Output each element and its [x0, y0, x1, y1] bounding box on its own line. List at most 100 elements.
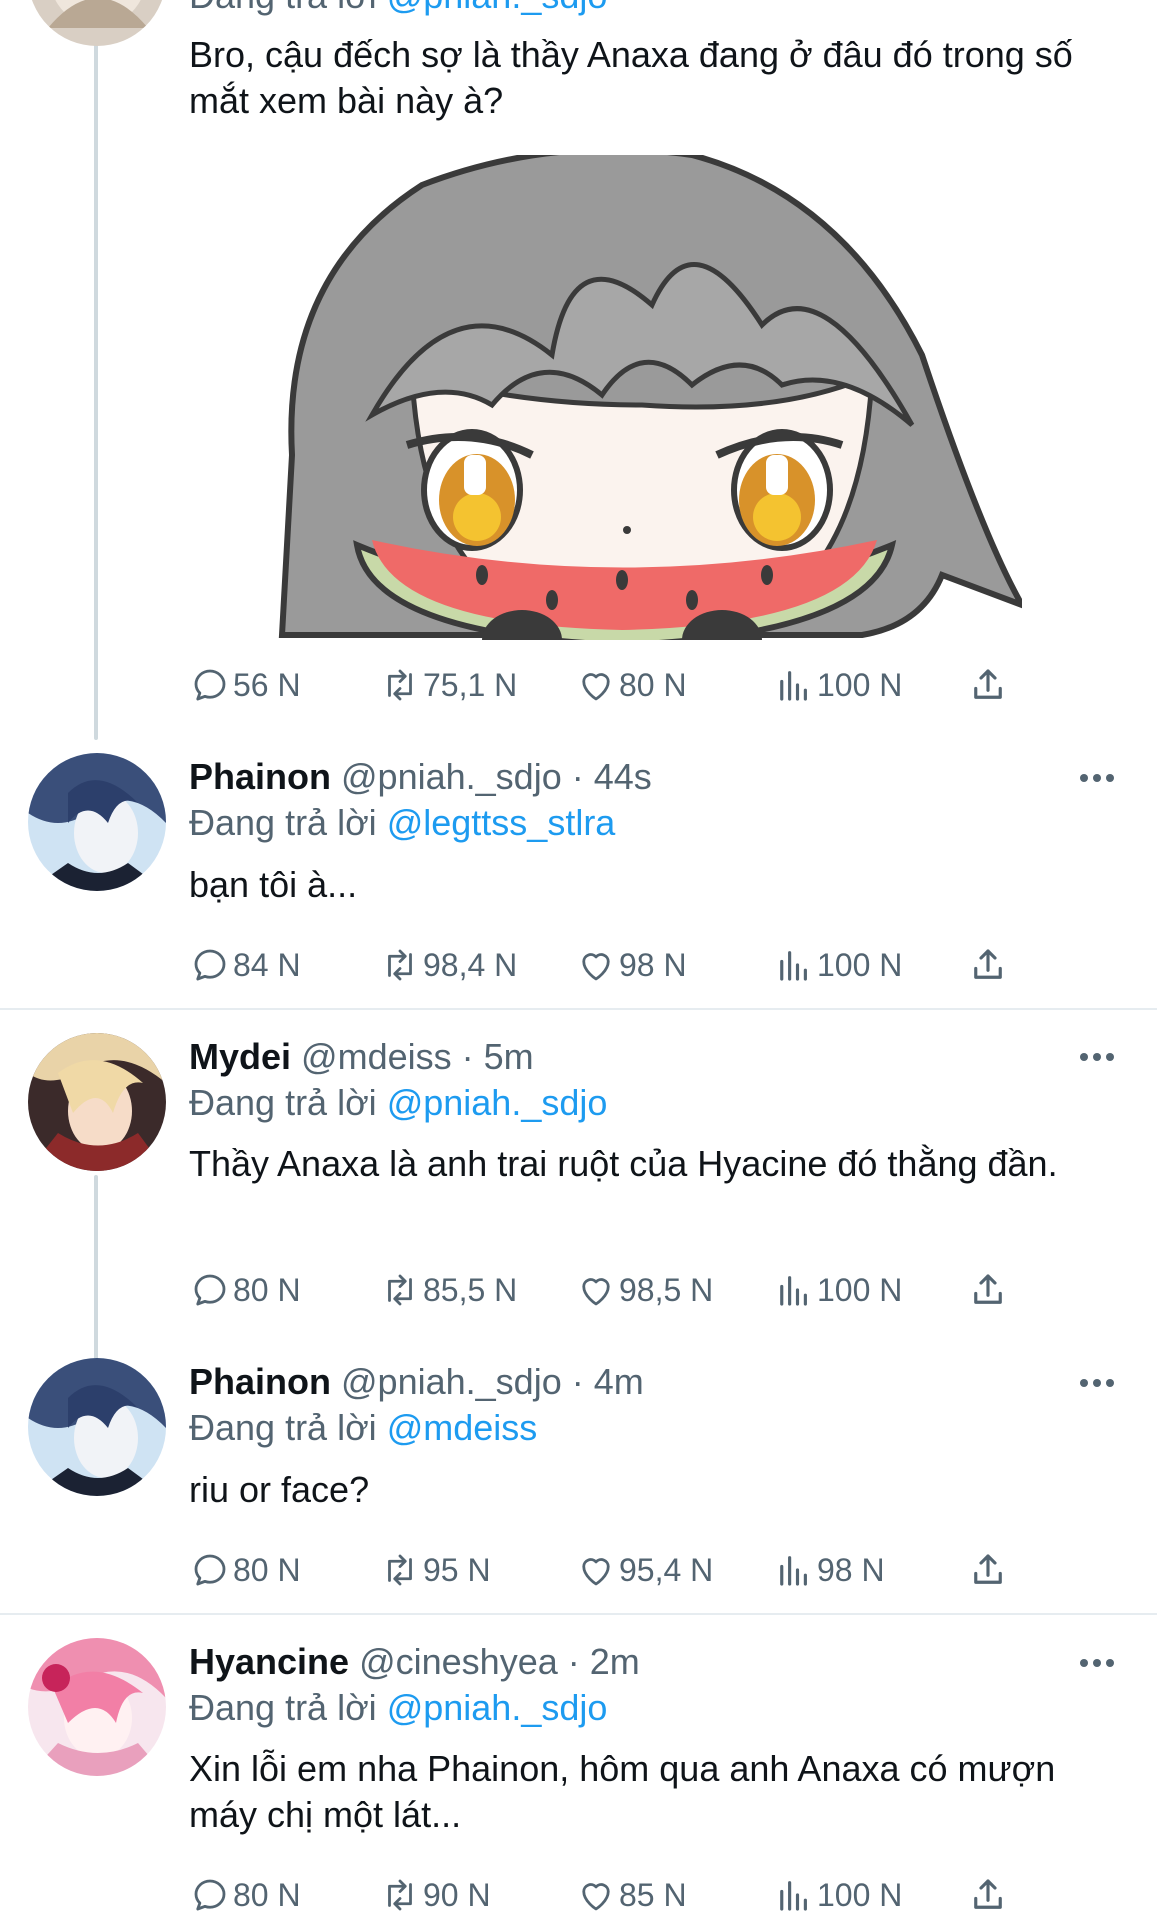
tweet-actions: 84 N 98,4 N 98 N 100 N [189, 940, 1019, 990]
more-icon [1080, 1379, 1088, 1387]
more-button[interactable] [1080, 1373, 1120, 1393]
like-button[interactable]: 80 N [575, 660, 687, 710]
retweet-icon [388, 949, 412, 981]
like-button[interactable]: 95,4 N [575, 1545, 713, 1595]
mention-link[interactable]: @pniah._sdjo [387, 0, 608, 16]
retweet-icon [388, 1879, 412, 1911]
share-icon [974, 669, 1002, 699]
like-button[interactable]: 98 N [575, 940, 687, 990]
reply-icon [194, 1879, 226, 1911]
views-button[interactable]: 100 N [773, 940, 902, 990]
views-button[interactable]: 100 N [773, 660, 902, 710]
share-button[interactable] [967, 1870, 1009, 1920]
retweet-button[interactable]: 75,1 N [379, 660, 517, 710]
views-button[interactable]: 98 N [773, 1545, 885, 1595]
like-count: 80 N [619, 666, 687, 703]
more-button[interactable] [1080, 768, 1120, 788]
retweet-icon [388, 1554, 412, 1586]
views-icon [780, 1556, 807, 1586]
display-name[interactable]: Mydei [189, 1036, 291, 1077]
tweet-header: Phainon @pniah._sdjo · 44s [189, 755, 652, 799]
timestamp[interactable]: 4m [594, 1361, 644, 1402]
retweet-count: 98,4 N [423, 946, 518, 983]
replying-label: Đang trả lời [189, 1687, 377, 1728]
display-name[interactable]: Phainon [189, 756, 331, 797]
separator-dot: · [571, 1361, 584, 1402]
replying-label: Đang trả lời [189, 0, 377, 16]
share-button[interactable] [967, 940, 1009, 990]
mention-link[interactable]: @pniah._sdjo [387, 1082, 608, 1123]
share-icon [974, 1879, 1002, 1909]
reply-count: 80 N [233, 1271, 301, 1308]
replying-to: Đang trả lời @mdeiss [189, 1406, 537, 1450]
username[interactable]: @pniah._sdjo [341, 756, 562, 797]
tweet-media-image[interactable] [222, 155, 1022, 640]
reply-icon [194, 669, 226, 701]
display-name[interactable]: Phainon [189, 1361, 331, 1402]
tweet-text: bạn tôi à... [189, 864, 358, 905]
like-count: 98 N [619, 946, 687, 983]
reply-button[interactable]: 80 N [189, 1545, 301, 1595]
tweet-text: Xin lỗi em nha Phainon, hôm qua anh Anax… [189, 1748, 1056, 1835]
avatar-phainon[interactable] [28, 753, 166, 891]
thread-line-mydei [94, 1175, 98, 1360]
reply-button[interactable]: 84 N [189, 940, 301, 990]
avatar-phainon[interactable] [28, 1358, 166, 1496]
replying-label: Đang trả lời [189, 1407, 377, 1448]
share-button[interactable] [967, 660, 1009, 710]
replying-label: Đang trả lời [189, 1082, 377, 1123]
views-icon [780, 671, 807, 701]
share-icon [974, 1554, 1002, 1584]
share-button[interactable] [967, 1265, 1009, 1315]
tweet-header: Phainon @pniah._sdjo · 4m [189, 1360, 644, 1404]
display-name[interactable]: Hyancine [189, 1641, 349, 1682]
username[interactable]: @cineshyea [359, 1641, 558, 1682]
reply-count: 80 N [233, 1551, 301, 1588]
thread-line-top [94, 0, 98, 740]
retweet-count: 90 N [423, 1876, 491, 1913]
top-replying-to: Đang trả lời @pniah._sdjo [189, 0, 607, 18]
replying-to: Đang trả lời @pniah._sdjo [189, 1081, 607, 1125]
mention-link[interactable]: @mdeiss [387, 1407, 538, 1448]
reply-icon [194, 1554, 226, 1586]
timestamp[interactable]: 44s [594, 756, 652, 797]
tweet-text: riu or face? [189, 1469, 370, 1510]
timestamp[interactable]: 5m [484, 1036, 534, 1077]
reply-button[interactable]: 56 N [189, 660, 301, 710]
more-button[interactable] [1080, 1047, 1120, 1067]
reply-button[interactable]: 80 N [189, 1265, 301, 1315]
timestamp[interactable]: 2m [590, 1641, 640, 1682]
mention-link[interactable]: @legttss_stlra [387, 802, 616, 843]
like-button[interactable]: 85 N [575, 1870, 687, 1920]
like-count: 95,4 N [619, 1551, 714, 1588]
reply-icon [194, 1274, 226, 1306]
avatar-top[interactable] [28, 0, 166, 46]
like-icon [582, 1558, 610, 1586]
retweet-count: 75,1 N [423, 666, 518, 703]
views-button[interactable]: 100 N [773, 1265, 902, 1315]
views-button[interactable]: 100 N [773, 1870, 902, 1920]
tweet-actions: 80 N 95 N 95,4 N 98 N [189, 1545, 1019, 1595]
views-icon [780, 951, 807, 981]
retweet-icon [388, 1274, 412, 1306]
avatar-mydei[interactable] [28, 1033, 166, 1171]
more-icon [1080, 1659, 1088, 1667]
reply-button[interactable]: 80 N [189, 1870, 301, 1920]
more-button[interactable] [1080, 1653, 1120, 1673]
share-button[interactable] [967, 1545, 1009, 1595]
retweet-button[interactable]: 85,5 N [379, 1265, 517, 1315]
replying-to: Đang trả lời @legttss_stlra [189, 801, 615, 845]
retweet-button[interactable]: 98,4 N [379, 940, 517, 990]
tweet-actions-top: 56 N 75,1 N 80 N 100 N [189, 660, 1019, 710]
like-button[interactable]: 98,5 N [575, 1265, 713, 1315]
username[interactable]: @pniah._sdjo [341, 1361, 562, 1402]
username[interactable]: @mdeiss [301, 1036, 452, 1077]
replying-to: Đang trả lời @pniah._sdjo [189, 1686, 607, 1730]
retweet-button[interactable]: 95 N [379, 1545, 491, 1595]
retweet-button[interactable]: 90 N [379, 1870, 491, 1920]
views-count: 100 N [817, 1271, 903, 1308]
like-icon [582, 953, 610, 981]
mention-link[interactable]: @pniah._sdjo [387, 1687, 608, 1728]
views-count: 100 N [817, 1876, 903, 1913]
avatar-hyancine[interactable] [28, 1638, 166, 1776]
